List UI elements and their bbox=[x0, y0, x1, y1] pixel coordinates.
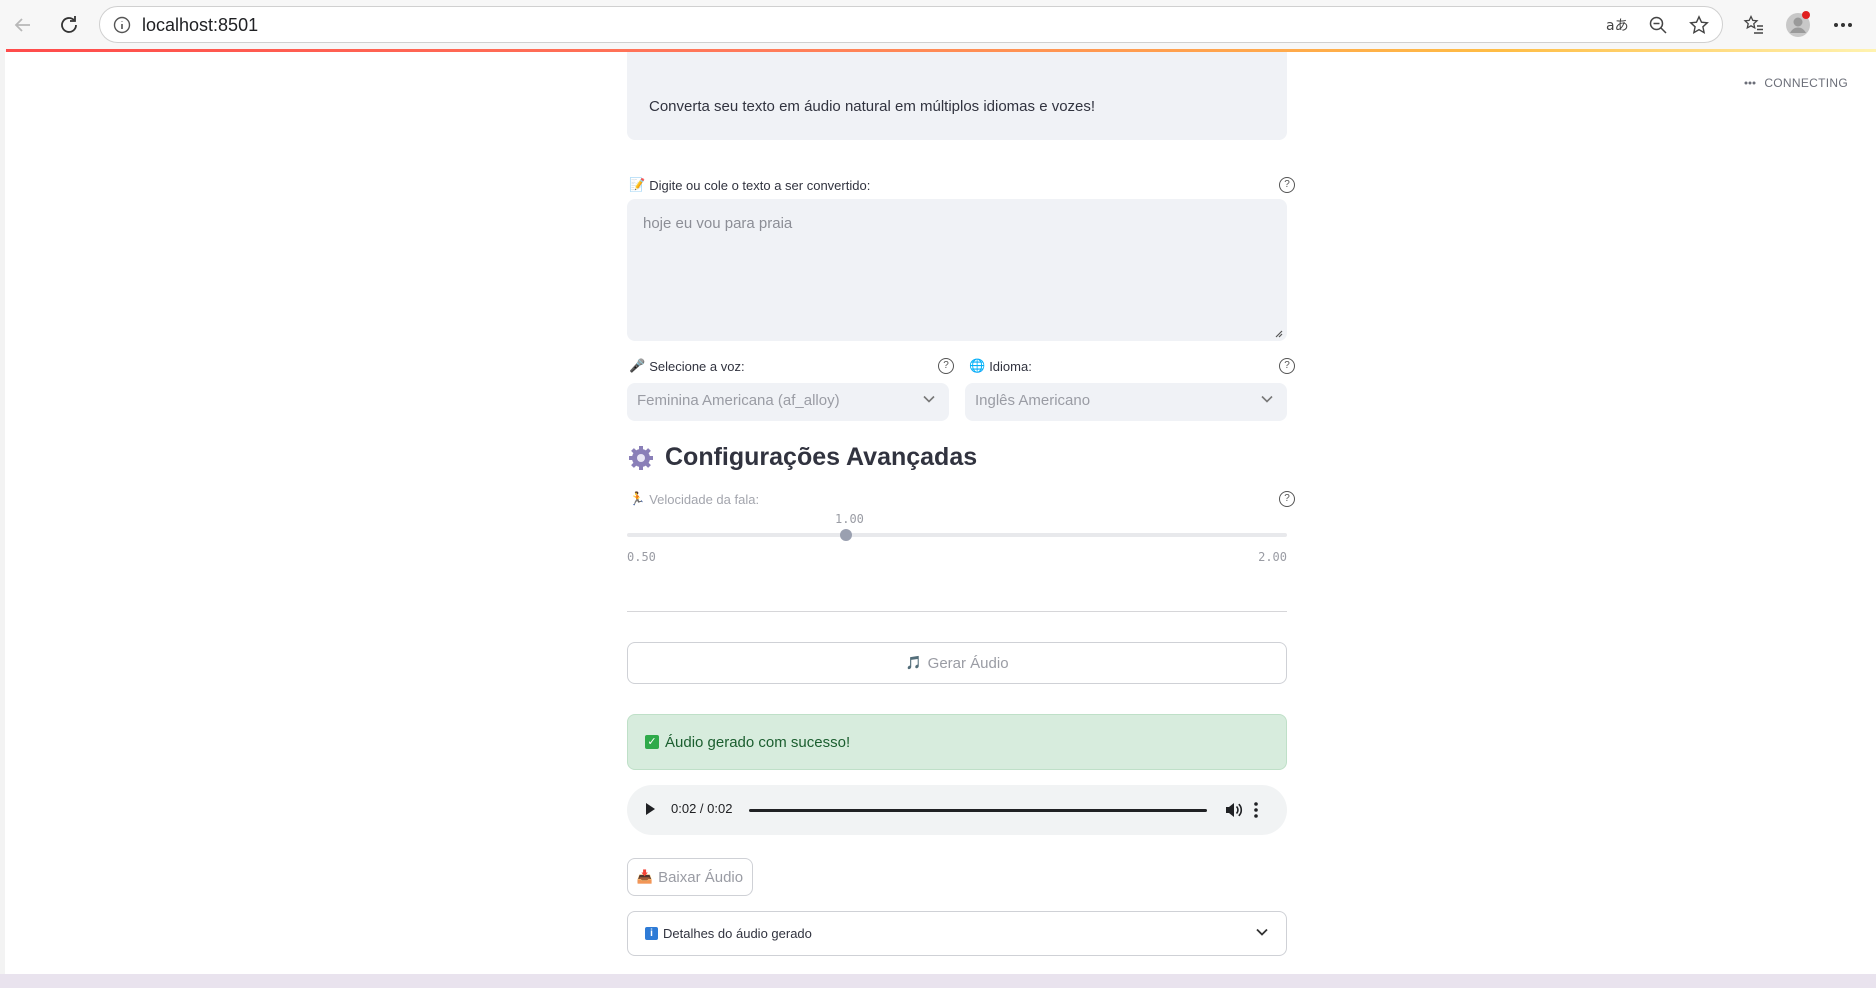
check-icon: ✓ bbox=[645, 735, 659, 749]
voice-select-label: 🎤 Selecione a voz: bbox=[629, 358, 745, 374]
more-horizontal-icon bbox=[1834, 23, 1852, 27]
play-icon[interactable] bbox=[643, 801, 657, 817]
reload-icon bbox=[61, 16, 77, 33]
chevron-down-icon bbox=[923, 395, 935, 403]
download-audio-label: Baixar Áudio bbox=[658, 868, 744, 886]
chevron-down-icon bbox=[1261, 395, 1273, 403]
generate-audio-label: Gerar Áudio bbox=[927, 654, 1009, 672]
description-text: Converta seu texto em áudio natural em m… bbox=[649, 98, 1096, 115]
audio-details-expander[interactable]: i Detalhes do áudio gerado bbox=[627, 911, 1287, 956]
text-input-area[interactable]: hoje eu vou para praia bbox=[627, 199, 1287, 341]
browser-toolbar: localhost:8501 aあ bbox=[0, 0, 1876, 50]
generate-audio-button[interactable]: 🎵 Gerar Áudio bbox=[627, 642, 1287, 684]
site-info-icon[interactable] bbox=[112, 15, 132, 35]
zoom-out-icon[interactable] bbox=[1648, 15, 1668, 35]
voice-select[interactable]: Feminina Americana (af_alloy) bbox=[627, 383, 949, 421]
language-select-label: 🌐 Idioma: bbox=[969, 358, 1032, 374]
voice-select-label-text: Selecione a voz: bbox=[649, 358, 745, 374]
advanced-settings-title-text: Configurações Avançadas bbox=[665, 443, 978, 471]
microphone-icon: 🎤 bbox=[629, 358, 646, 373]
globe-icon: 🌐 bbox=[969, 358, 986, 373]
back-arrow-icon bbox=[14, 18, 30, 32]
info-icon: i bbox=[645, 927, 658, 940]
more-vertical-icon[interactable] bbox=[1253, 800, 1259, 820]
address-bar[interactable]: localhost:8501 aあ bbox=[99, 6, 1723, 43]
speed-slider-thumb[interactable] bbox=[840, 529, 852, 541]
ellipsis-icon bbox=[1744, 81, 1756, 85]
expander-label: i Detalhes do áudio gerado bbox=[645, 926, 812, 941]
gear-icon bbox=[629, 445, 653, 470]
music-note-icon: 🎵 bbox=[905, 655, 922, 670]
svg-text:aあ: aあ bbox=[1606, 18, 1629, 34]
running-icon: 🏃 bbox=[629, 491, 646, 506]
description-box: Converta seu texto em áudio natural em m… bbox=[627, 52, 1287, 140]
slider-min-label: 0.50 bbox=[627, 550, 656, 564]
app-viewport: CONNECTING Converta seu texto em áudio n… bbox=[5, 52, 1876, 974]
text-input-label-text: Digite ou cole o texto a ser convertido: bbox=[649, 177, 871, 193]
connection-status-text: CONNECTING bbox=[1764, 76, 1848, 90]
advanced-settings-title: Configurações Avançadas bbox=[627, 443, 977, 472]
divider bbox=[627, 611, 1287, 612]
audio-player[interactable]: 0:02 / 0:02 bbox=[627, 785, 1287, 835]
help-icon[interactable]: ? bbox=[938, 358, 954, 374]
voice-select-value: Feminina Americana (af_alloy) bbox=[637, 392, 840, 409]
help-icon[interactable]: ? bbox=[1279, 358, 1295, 374]
reload-button[interactable] bbox=[53, 9, 85, 41]
favorites-button[interactable] bbox=[1738, 9, 1770, 41]
download-audio-button[interactable]: 📥 Baixar Áudio bbox=[627, 858, 753, 896]
bottom-edge bbox=[0, 974, 1876, 988]
favorites-list-icon bbox=[1743, 14, 1763, 34]
notification-dot bbox=[1802, 11, 1810, 19]
help-icon[interactable]: ? bbox=[1279, 177, 1295, 193]
favorite-star-icon[interactable] bbox=[1689, 15, 1709, 35]
language-select-label-text: Idioma: bbox=[989, 358, 1032, 374]
speed-label: 🏃 Velocidade da fala: bbox=[629, 491, 759, 507]
slider-value: 1.00 bbox=[835, 512, 864, 526]
language-select-value: Inglês Americano bbox=[975, 392, 1091, 409]
language-select[interactable]: Inglês Americano bbox=[965, 383, 1287, 421]
audio-time: 0:02 / 0:02 bbox=[671, 801, 733, 816]
text-input-placeholder: hoje eu vou para praia bbox=[643, 215, 793, 232]
download-icon: 📥 bbox=[636, 869, 654, 884]
connection-status: CONNECTING bbox=[1744, 76, 1848, 90]
speed-slider-track[interactable] bbox=[627, 533, 1287, 537]
text-input-label: 📝 Digite ou cole o texto a ser convertid… bbox=[629, 177, 870, 193]
translate-icon[interactable]: aあ bbox=[1606, 15, 1630, 35]
back-button[interactable] bbox=[7, 9, 39, 41]
profile-button[interactable] bbox=[1782, 9, 1814, 41]
expander-label-text: Detalhes do áudio gerado bbox=[663, 926, 812, 941]
success-message-text: Áudio gerado com sucesso! bbox=[665, 733, 851, 751]
slider-max-label: 2.00 bbox=[1258, 550, 1287, 564]
resize-handle-icon[interactable] bbox=[1273, 328, 1283, 338]
help-icon[interactable]: ? bbox=[1279, 491, 1295, 507]
settings-menu-button[interactable] bbox=[1827, 9, 1859, 41]
volume-icon[interactable] bbox=[1223, 800, 1243, 820]
chevron-down-icon bbox=[1256, 928, 1268, 936]
audio-progress-bar[interactable] bbox=[749, 809, 1207, 812]
success-alert: ✓ Áudio gerado com sucesso! bbox=[627, 714, 1287, 770]
memo-icon: 📝 bbox=[629, 177, 646, 192]
speed-label-text: Velocidade da fala: bbox=[649, 491, 760, 507]
url-text[interactable]: localhost:8501 bbox=[142, 15, 258, 36]
